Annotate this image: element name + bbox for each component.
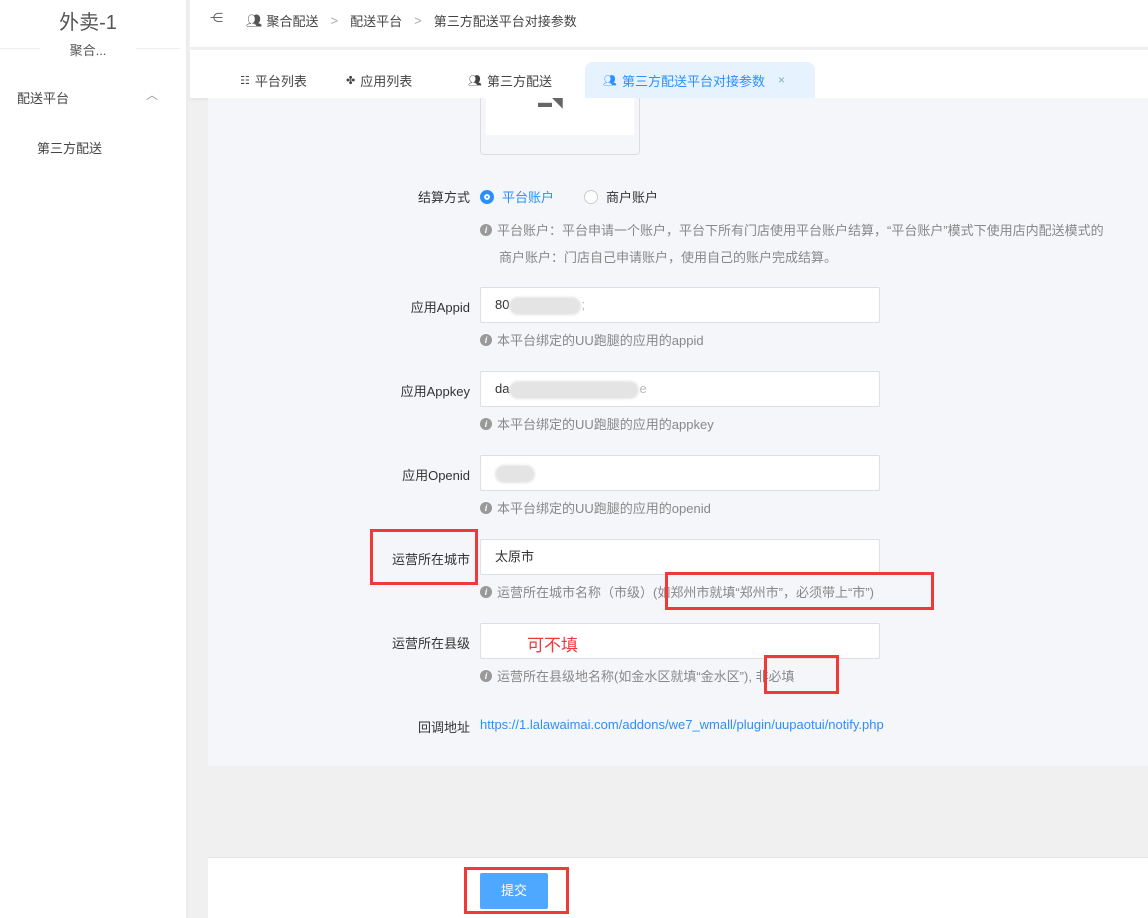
chevron-up-icon[interactable]: ︿ [146, 86, 158, 103]
menu-item-third-party-delivery[interactable]: 第三方配送 [37, 138, 102, 157]
settlement-label: 结算方式 [417, 190, 470, 205]
breadcrumb: 👥︎ 聚合配送 > 配送平台 > 第三方配送平台对接参数 [246, 11, 577, 30]
openid-help: i 本平台绑定的UU跑腿的应用的openid [480, 498, 711, 517]
settlement-help-2: 商户账户：门店自己申请账户，使用自己的账户完成结算。 [499, 247, 837, 266]
help-text: 商户账户：门店自己申请账户，使用自己的账户完成结算。 [499, 250, 838, 265]
grid-icon: ✤ [346, 74, 356, 87]
tab-label: 应用列表 [360, 73, 413, 89]
info-icon: i [480, 417, 492, 430]
appkey-label: 应用Appkey [400, 384, 470, 399]
close-tab-icon[interactable]: × [778, 73, 785, 87]
header: ⋲ 👥︎ 聚合配送 > 配送平台 > 第三方配送平台对接参数 [190, 0, 1148, 48]
openid-input[interactable] [480, 455, 880, 491]
image-thumbnail[interactable]: ▬◥ [480, 94, 640, 155]
callback-label: 回调地址 [417, 720, 470, 735]
annotation-box [764, 655, 839, 694]
input-value: ; [581, 297, 586, 312]
breadcrumb-item[interactable]: 聚合配送 [267, 11, 319, 30]
brand-title: 外卖-1 [59, 12, 117, 34]
tab-delivery-params[interactable]: 👥︎ 第三方配送平台对接参数 × [585, 62, 815, 98]
appkey-input[interactable]: da e [480, 371, 880, 407]
appid-input[interactable]: 80; [480, 287, 880, 323]
info-icon: i [480, 501, 492, 514]
callback-url-link[interactable]: https://1.lalawaimai.com/addons/we7_wmal… [480, 717, 884, 732]
redacted-blur [495, 464, 535, 483]
redacted-blur [509, 296, 582, 315]
input-value: e [639, 381, 647, 396]
annotation-box [464, 867, 569, 914]
breadcrumb-item: 第三方配送平台对接参数 [433, 14, 577, 29]
help-text: 运营所在县级地名称(如金水区就填“金水区”) [497, 669, 749, 684]
radio-platform-account[interactable] [480, 189, 494, 204]
info-icon: i [480, 585, 492, 598]
users-icon: 👥︎ [603, 74, 617, 87]
menu-group-label: 配送平台 [17, 91, 70, 106]
collapse-menu-icon[interactable]: ⋲ [210, 10, 223, 26]
tab-label: 第三方配送平台对接参数 [621, 73, 765, 89]
input-value: 80 [495, 297, 510, 312]
list-icon: ☷ [240, 74, 250, 87]
radio-label: 商户账户 [606, 190, 659, 205]
tab-label: 第三方配送 [486, 73, 552, 89]
city-input[interactable]: 太原市 [480, 539, 880, 575]
footer-bar [208, 857, 1148, 918]
help-text: 本平台绑定的UU跑腿的应用的openid [497, 501, 711, 516]
radio-label: 平台账户 [502, 190, 555, 205]
image-icon: ▬◥ [538, 94, 563, 110]
tab-app-list[interactable]: ✤ 应用列表 [346, 62, 412, 98]
tab-platform-list[interactable]: ☷ 平台列表 [240, 62, 307, 98]
users-icon: 👥︎ [246, 12, 263, 28]
sidebar: 外卖-1 聚合... 配送平台 ︿ 第三方配送 [0, 0, 188, 918]
input-value: da [495, 381, 510, 396]
settlement-radio-group: 平台账户 商户账户 [480, 187, 658, 206]
menu-group-delivery-platform[interactable]: 配送平台 [17, 88, 69, 107]
annotation-box [370, 529, 478, 585]
tab-bar: ☷ 平台列表 ✤ 应用列表 👥︎ 第三方配送 👥︎ 第三方配送平台对接参数 × [190, 50, 1148, 98]
county-help: i 运营所在县级地名称(如金水区就填“金水区”), 非必填 [480, 666, 795, 685]
appid-help: i 本平台绑定的UU跑腿的应用的appid [480, 330, 704, 349]
settlement-help: i 平台账户：平台申请一个账户，平台下所有门店使用平台账户结算，“平台账户”模式下… [480, 220, 1104, 239]
separator: > [414, 13, 422, 28]
appid-label: 应用Appid [410, 300, 470, 315]
tab-third-party-delivery[interactable]: 👥︎ 第三方配送 [468, 62, 552, 98]
help-text: 运营所在城市名称（市级） [497, 585, 654, 600]
help-text: 平台账户：平台申请一个账户，平台下所有门店使用平台账户结算，“平台账户”模式下使… [497, 223, 1104, 238]
redacted-blur [509, 380, 640, 399]
info-icon: i [480, 669, 492, 682]
help-text: 本平台绑定的UU跑腿的应用的appkey [497, 417, 714, 432]
separator: > [330, 13, 339, 28]
users-icon: 👥︎ [468, 74, 482, 87]
help-text: 本平台绑定的UU跑腿的应用的appid [497, 333, 704, 348]
appkey-help: i 本平台绑定的UU跑腿的应用的appkey [480, 414, 714, 433]
input-value: 太原市 [495, 549, 535, 564]
brand-subtitle: 聚合... [40, 40, 136, 59]
openid-label: 应用Openid [402, 468, 470, 483]
county-label: 运营所在县级 [391, 636, 470, 651]
info-icon: i [480, 223, 492, 236]
annotation-text: 可不填 [527, 636, 578, 655]
menu-item-label: 第三方配送 [37, 141, 103, 156]
annotation-box [665, 572, 934, 610]
breadcrumb-item[interactable]: 配送平台 [350, 11, 402, 30]
radio-merchant-account[interactable] [584, 189, 599, 204]
tab-label: 平台列表 [254, 73, 307, 89]
info-icon: i [480, 333, 492, 346]
